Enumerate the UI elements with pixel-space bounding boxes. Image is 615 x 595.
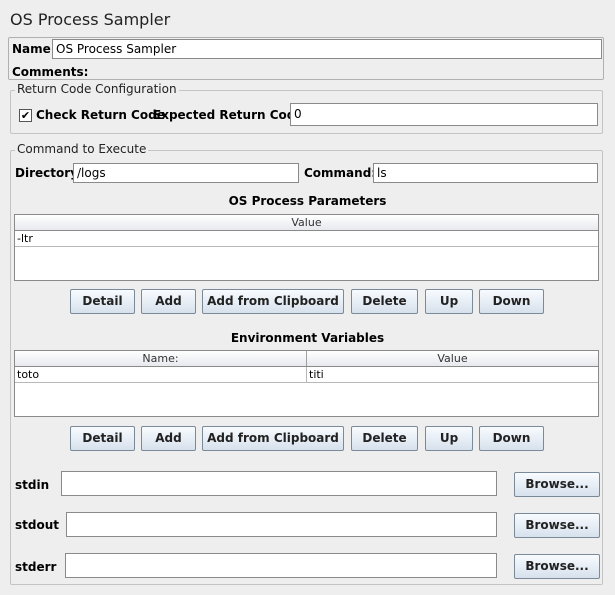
- stdin-label: stdin: [15, 478, 50, 492]
- command-label: Command:: [304, 166, 377, 180]
- env-add-button[interactable]: Add: [141, 426, 196, 451]
- stdin-input[interactable]: [61, 471, 497, 496]
- stderr-input[interactable]: [65, 553, 497, 578]
- command-legend: Command to Execute: [15, 142, 149, 156]
- table-row[interactable]: -ltr: [15, 231, 598, 247]
- check-return-code-checkbox[interactable]: ✔: [19, 109, 32, 122]
- expected-return-code-input[interactable]: 0: [290, 103, 598, 126]
- env-cell-name[interactable]: toto: [15, 367, 307, 382]
- params-title: OS Process Parameters: [228, 194, 387, 208]
- name-input[interactable]: OS Process Sampler: [52, 39, 602, 59]
- params-up-button[interactable]: Up: [425, 289, 473, 314]
- params-detail-button[interactable]: Detail: [70, 289, 135, 314]
- command-input[interactable]: ls: [373, 163, 598, 183]
- env-cell-value[interactable]: titi: [307, 367, 598, 382]
- comments-input[interactable]: [80, 61, 602, 79]
- env-down-button[interactable]: Down: [479, 426, 544, 451]
- params-col-value[interactable]: Value: [15, 215, 598, 230]
- stderr-browse-button[interactable]: Browse...: [514, 554, 600, 579]
- params-add-clipboard-button[interactable]: Add from Clipboard: [202, 289, 344, 314]
- stdout-label: stdout: [15, 518, 59, 532]
- name-label: Name:: [12, 42, 56, 56]
- check-return-code-label: Check Return Code: [36, 108, 165, 122]
- page-title: OS Process Sampler: [10, 10, 171, 29]
- env-add-clipboard-button[interactable]: Add from Clipboard: [202, 426, 344, 451]
- env-title: Environment Variables: [230, 331, 385, 345]
- stderr-label: stderr: [15, 560, 57, 574]
- params-delete-button[interactable]: Delete: [351, 289, 418, 314]
- table-row[interactable]: toto titi: [15, 367, 598, 383]
- params-table: Value -ltr: [14, 214, 599, 281]
- env-col-name[interactable]: Name:: [15, 351, 307, 366]
- stdout-input[interactable]: [66, 512, 497, 537]
- params-down-button[interactable]: Down: [479, 289, 544, 314]
- env-detail-button[interactable]: Detail: [70, 426, 135, 451]
- return-code-legend: Return Code Configuration: [15, 82, 179, 96]
- directory-input[interactable]: /logs: [73, 163, 299, 183]
- env-table: Name: Value toto titi: [14, 350, 599, 417]
- params-cell-value[interactable]: -ltr: [15, 231, 598, 246]
- stdout-browse-button[interactable]: Browse...: [514, 513, 600, 538]
- env-up-button[interactable]: Up: [425, 426, 473, 451]
- comments-label: Comments:: [12, 65, 89, 79]
- stdin-browse-button[interactable]: Browse...: [514, 472, 600, 497]
- expected-return-code-label: Expected Return Code:: [153, 108, 309, 122]
- env-delete-button[interactable]: Delete: [351, 426, 418, 451]
- env-col-value[interactable]: Value: [307, 351, 598, 366]
- params-add-button[interactable]: Add: [141, 289, 196, 314]
